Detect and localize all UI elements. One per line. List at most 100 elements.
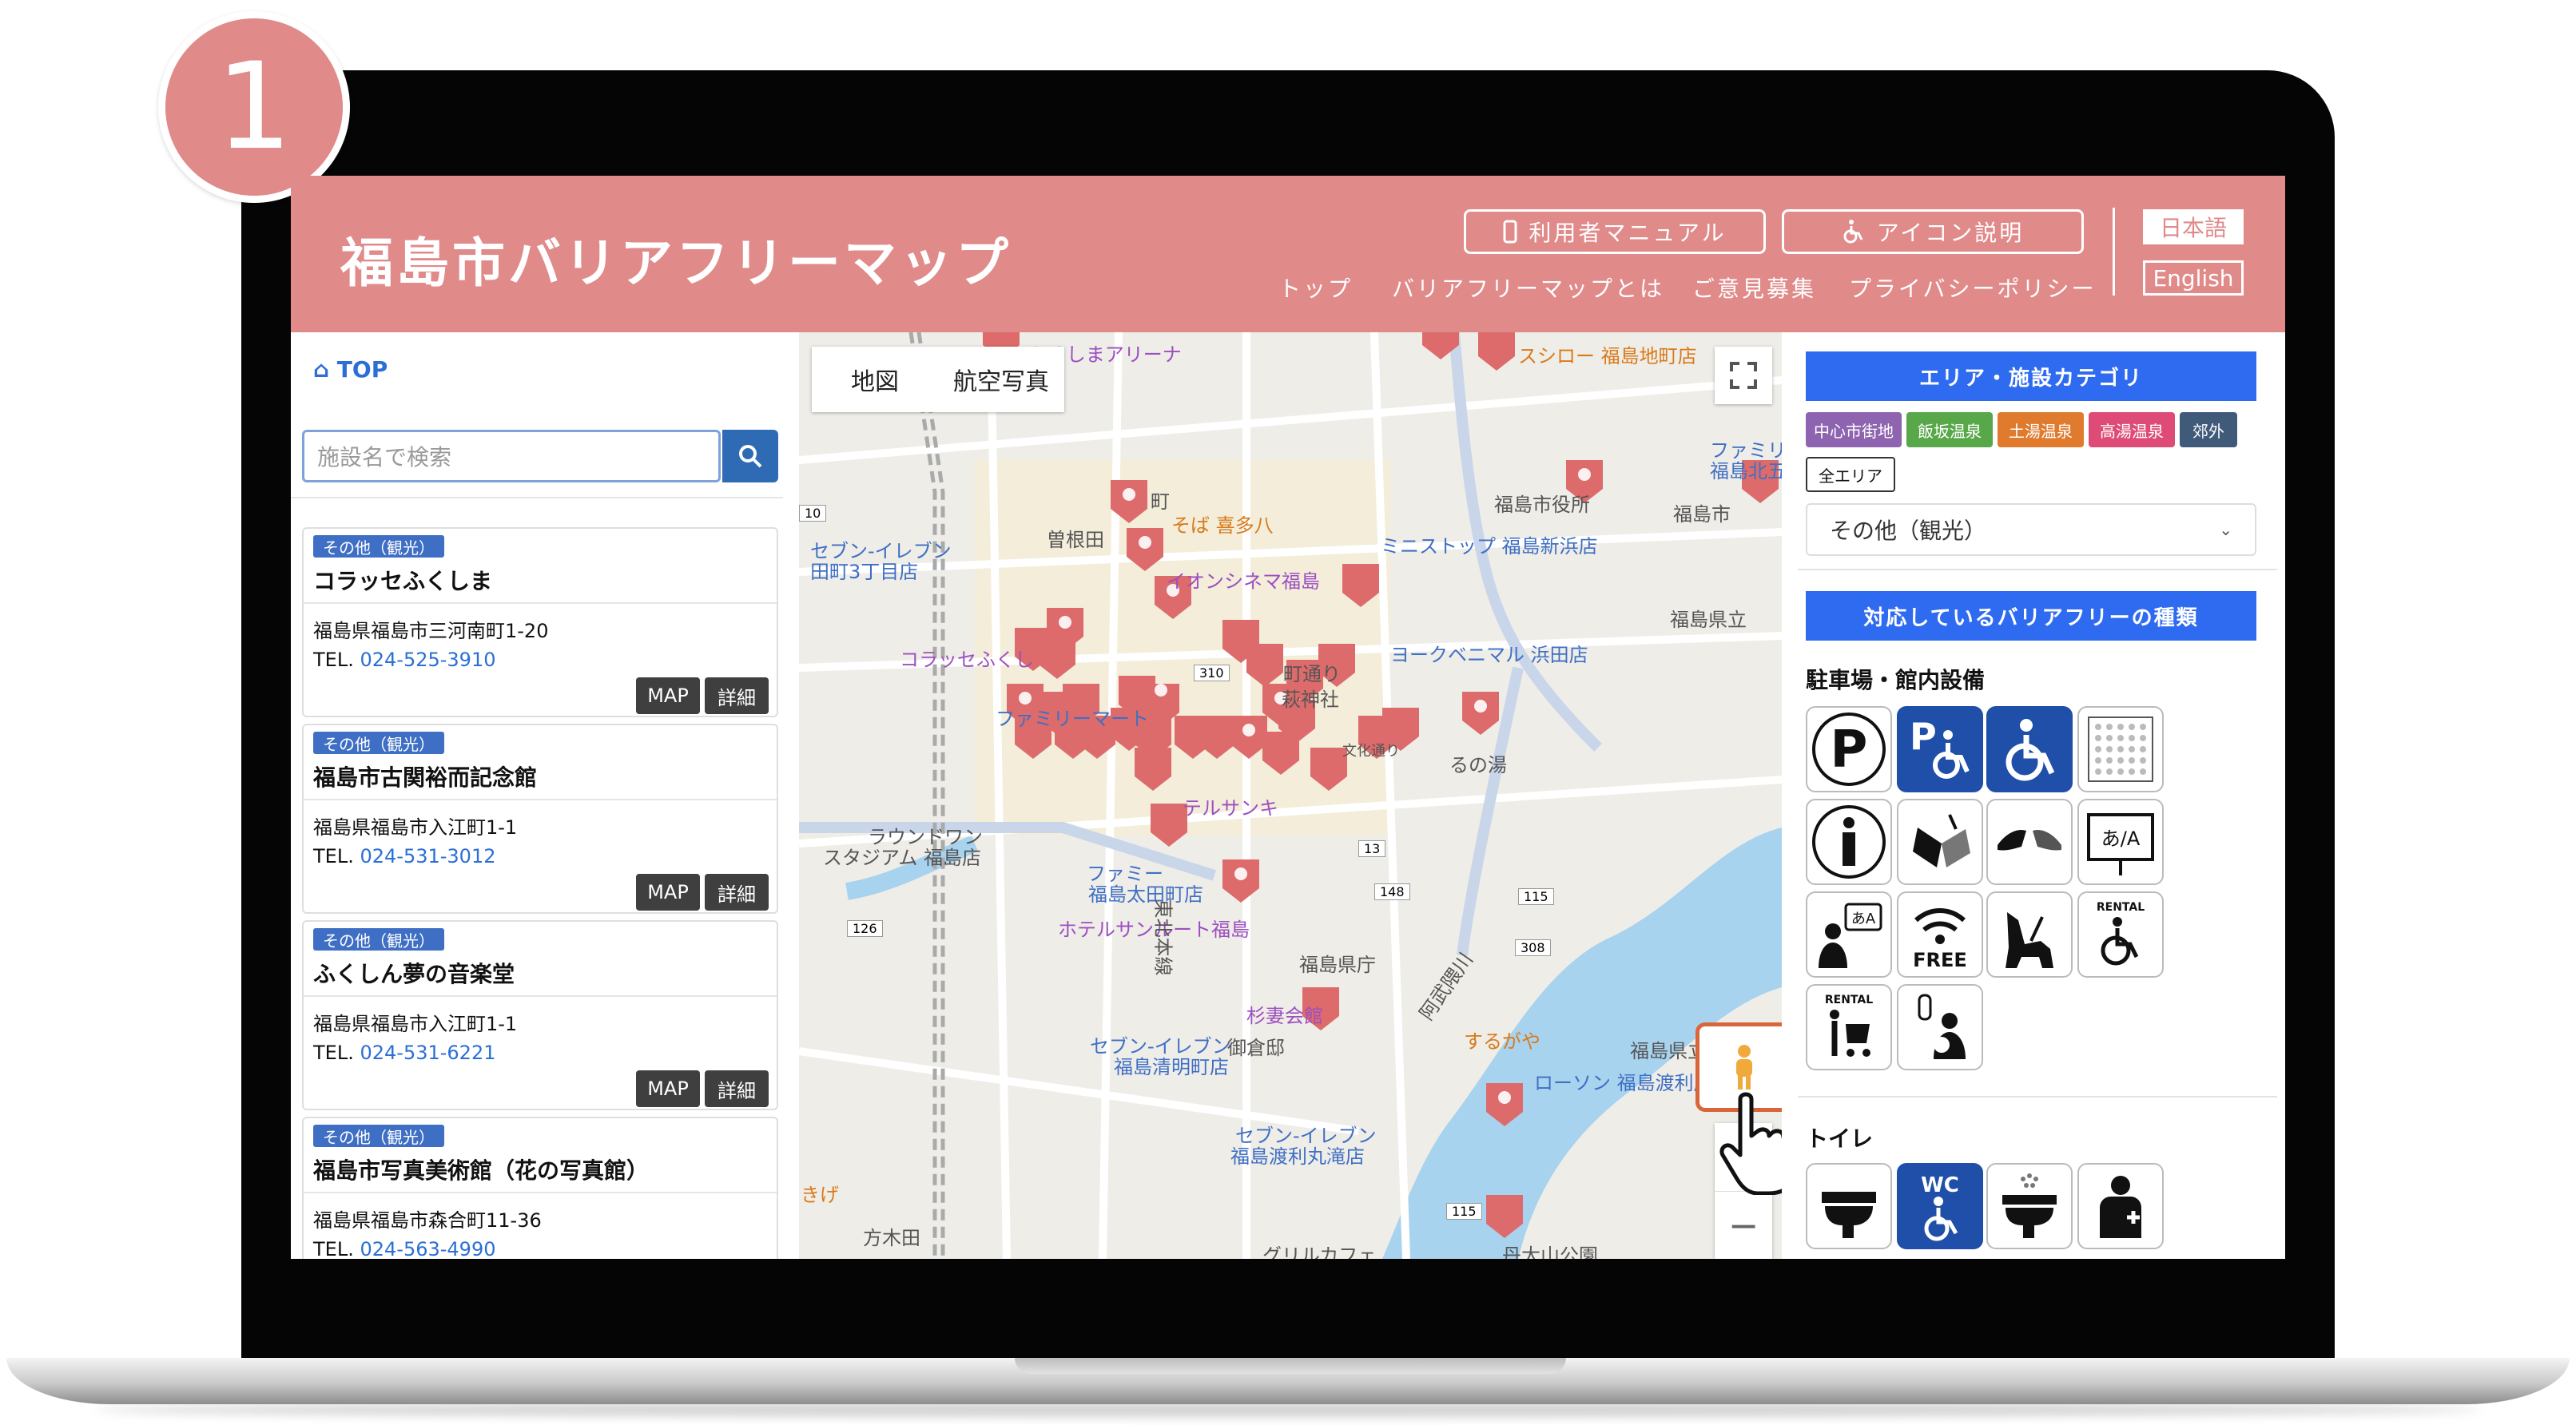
nav-feedback[interactable]: ご意見募集 [1692,272,1816,304]
step-number: 1 [216,38,292,177]
all-area-button[interactable]: 全エリア [1806,457,1895,492]
facility-category-select[interactable]: その他（観光） ⌄ [1806,503,2256,556]
section-divider [1798,1096,2277,1098]
nav-privacy[interactable]: プライバシーポリシー [1849,272,2096,304]
facility-detail-button[interactable]: 詳細 [705,874,769,911]
facility-name: ふくしん夢の音楽堂 [313,961,515,987]
ostomate-icon[interactable] [2077,1163,2164,1249]
icon-help-button[interactable]: アイコン説明 [1782,209,2084,254]
area-chip-suburb[interactable]: 郊外 [2180,412,2237,447]
road-sign: 115 [1518,888,1554,905]
facility-name: 福島市写真美術館（花の写真館） [313,1157,650,1184]
zoom-out-button[interactable]: − [1715,1191,1772,1259]
facility-card: その他（観光） 福島市写真美術館（花の写真館） 福島県福島市森合町11-36 T… [302,1117,778,1259]
facility-name: 福島市古関裕而記念館 [313,764,538,791]
map-label-gakudai: 丹大山公園 [1502,1244,1598,1259]
site-title[interactable]: 福島市バリアフリーマップ [340,220,1012,297]
map-type-control: 地図 航空写真 [812,347,1064,412]
user-manual-label: 利用者マニュアル [1529,220,1727,246]
lang-ja-button[interactable]: 日本語 [2143,209,2244,244]
card-divider [304,602,777,604]
nav-about[interactable]: バリアフリーマップとは [1392,272,1664,304]
map-label-yorkbenimaru: ヨークベニマル 浜田店 [1390,644,1588,666]
laptop-notch [1015,1358,1566,1374]
wc-label: WC [1921,1173,1959,1197]
area-category-title: エリア・施設カテゴリ [1806,351,2256,401]
facility-search-input[interactable]: 施設名で検索 [302,430,721,482]
facility-list-panel: ⌂ TOP 施設名で検索 その他（観光） コラッセふくしま 福島県福島市三河南町… [291,332,783,1259]
barrier-free-types-title: 対応しているバリアフリーの種類 [1806,591,2256,641]
multilingual-sign-icon[interactable]: あ/A [2077,799,2164,885]
facility-category-badge: その他（観光） [313,732,444,754]
map-label-familymart: ファミリーマート [996,708,1149,730]
home-icon: ⌂ [313,356,330,383]
writing-communication-icon[interactable] [1897,799,1983,885]
accessible-wc-icon[interactable]: WC [1897,1163,1983,1249]
svg-text:P: P [1831,720,1868,780]
map-canvas[interactable]: NCふくしまアリーナ スシロー 福島地町店 ファミリーマ 福島北五老内 福島市役… [799,332,1782,1259]
stroller-rental-icon[interactable]: RENTAL [1806,984,1892,1070]
parking-icon[interactable]: P [1806,706,1892,792]
area-chip-center[interactable]: 中心市街地 [1806,412,1902,447]
facility-tel-link[interactable]: 024-531-3012 [360,845,495,867]
map-label-surugaya: するがや [1464,1030,1540,1053]
area-chip-iizaka[interactable]: 飯坂温泉 [1906,412,1993,447]
map-label-sushiro: スシロー 福島地町店 [1518,345,1697,367]
nursing-room-icon[interactable] [1897,984,1983,1070]
facility-map-button[interactable]: MAP [636,1070,700,1107]
map-type-aerial-tab[interactable]: 航空写真 [938,347,1064,412]
facility-detail-button[interactable]: 詳細 [705,677,769,714]
facility-tel: TEL. 024-525-3910 [313,649,495,671]
list-separator [291,497,783,498]
icon-help-label: アイコン説明 [1876,220,2025,246]
top-breadcrumb-link[interactable]: ⌂ TOP [313,356,388,383]
sign-language-icon[interactable] [1986,799,2073,885]
assistance-dog-icon[interactable] [1986,891,2073,978]
facility-tel-link[interactable]: 024-525-3910 [360,649,495,671]
map-type-map-tab[interactable]: 地図 [812,347,938,412]
free-label: FREE [1913,949,1967,971]
svg-text:あA: あA [1851,911,1876,927]
nav-top[interactable]: トップ [1278,272,1353,304]
area-chip-tsuchiyu[interactable]: 土湯温泉 [1998,412,2084,447]
accessible-parking-icon[interactable]: P [1897,706,1983,792]
road-sign: 126 [847,920,883,937]
map-label-seven2b: 福島清明町店 [1114,1056,1229,1078]
map-label-yoshi: きげ [801,1184,839,1206]
information-icon[interactable] [1806,799,1892,885]
search-icon [739,445,762,468]
chevron-down-icon: ⌄ [2219,520,2232,539]
wheelchair-access-icon[interactable] [1986,706,2073,792]
map-label-tohoku-line: 東北本線 [1151,899,1175,976]
step-number-badge: 1 [158,11,350,203]
western-toilet-icon[interactable] [1806,1163,1892,1249]
search-button[interactable] [722,430,778,482]
map-label-bunka: 文化通り [1342,743,1400,760]
facility-address: 福島県福島市森合町11-36 [313,1209,542,1232]
facility-detail-button[interactable]: 詳細 [705,1070,769,1107]
facility-address: 福島県福島市入江町1-1 [313,1013,518,1035]
card-divider [304,1192,777,1193]
map-label-prefectural: 福島県立 [1670,609,1747,631]
area-chip-takayu[interactable]: 高湯温泉 [2089,412,2175,447]
user-manual-button[interactable]: 利用者マニュアル [1464,209,1766,254]
section-parking-title: 駐車場・館内設備 [1806,667,1986,693]
facility-card: その他（観光） 福島市古関裕而記念館 福島県福島市入江町1-1 TEL. 024… [302,724,778,914]
svg-text:P: P [1910,715,1937,758]
lang-en-button[interactable]: English [2143,260,2244,296]
facility-category-badge: その他（観光） [313,1125,444,1147]
facility-map-button[interactable]: MAP [636,677,700,714]
facility-tel-link[interactable]: 024-563-4990 [360,1238,495,1259]
free-wifi-icon[interactable]: FREE [1897,891,1983,978]
card-divider [304,995,777,997]
interpreter-icon[interactable]: あA [1806,891,1892,978]
facility-tel-link[interactable]: 024-531-6221 [360,1042,495,1064]
fullscreen-button[interactable] [1715,347,1772,404]
fullscreen-icon [1730,362,1757,389]
bidet-toilet-icon[interactable] [1986,1163,2073,1249]
kana-sign-text: あ/A [2101,828,2141,850]
map-label-sakura: テルサンキ [1183,797,1278,820]
tactile-paving-icon[interactable] [2077,706,2164,792]
facility-map-button[interactable]: MAP [636,874,700,911]
wheelchair-rental-icon[interactable]: RENTAL [2077,891,2164,978]
